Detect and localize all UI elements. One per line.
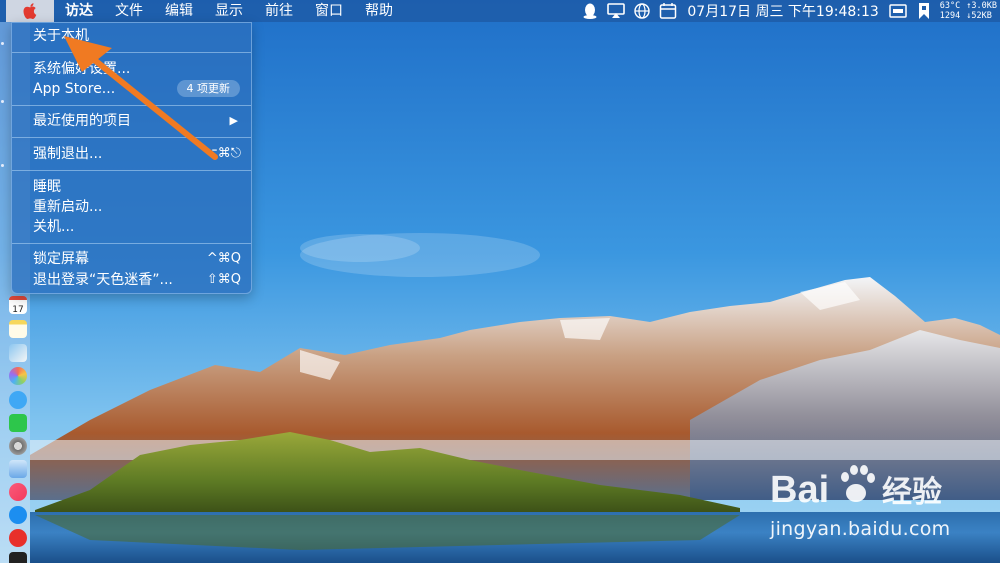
music-app-icon[interactable] [9,483,27,501]
notes-app-icon[interactable] [9,320,27,338]
paw-icon [841,465,875,502]
menu-item-system-preferences[interactable]: 系统偏好设置... [12,59,251,79]
menu-view[interactable]: 显示 [204,0,254,22]
menu-item-label: 退出登录“天色迷香”... [33,272,173,288]
calendar-day: 17 [12,305,24,315]
menu-item-log-out[interactable]: 退出登录“天色迷香”... ⇧⌘Q [12,270,251,290]
menu-separator [12,52,251,53]
menu-item-label: 最近使用的项目 [33,113,131,129]
menu-file[interactable]: 文件 [104,0,154,22]
menu-help[interactable]: 帮助 [354,0,404,22]
apple-menu-dropdown: 关于本机 系统偏好设置... App Store... 4 项更新 最近使用的项… [11,22,252,294]
menu-item-label: 强制退出... [33,146,103,162]
calendar-icon[interactable] [657,0,679,22]
menu-item-app-store[interactable]: App Store... 4 项更新 [12,79,251,99]
terminal-app-icon[interactable] [9,552,27,563]
qq-icon[interactable] [579,0,601,22]
jingyan-logo-text: 经验 [882,475,942,510]
menu-item-label: 关机... [33,219,75,235]
menubar-clock[interactable]: 07月17日 周三 下午19:48:13 [681,1,884,21]
menu-item-label: 关于本机 [33,28,89,44]
menu-separator [12,137,251,138]
menu-item-shortcut: ^⌘Q [206,251,241,266]
vivaldi-app-icon[interactable] [9,529,27,547]
downloads-icon[interactable] [9,460,27,478]
menu-item-recent-items[interactable]: 最近使用的项目 ▶ [12,111,251,131]
menu-separator [12,105,251,106]
wechat-app-icon[interactable] [9,414,27,432]
submenu-arrow-icon: ▶ [229,114,238,127]
menu-item-shut-down[interactable]: 关机... [12,217,251,237]
baidu-logo: Bai 经验 [770,465,942,511]
menu-edit[interactable]: 编辑 [154,0,204,22]
menu-finder[interactable]: 访达 [54,0,104,22]
menu-item-about-this-mac[interactable]: 关于本机 [12,26,251,46]
apple-logo-icon [23,3,37,19]
menu-item-shortcut: ⌥⌘⎋ [202,146,241,161]
menu-item-label: 锁定屏幕 [33,251,89,267]
update-count-badge: 4 项更新 [176,80,240,97]
menu-item-label: App Store... [33,81,116,97]
menu-bar: 访达 文件 编辑 显示 前往 窗口 帮助 07月17日 周三 下午19:48:1… [0,0,1000,22]
airplay-icon[interactable] [605,0,627,22]
cpu-temp: 63°C [939,1,961,11]
menu-item-shortcut: ⇧⌘Q [206,272,241,287]
app-store-icon[interactable] [9,506,27,524]
menu-separator [12,170,251,171]
fan-speed: 1294 [939,11,961,21]
menu-item-restart[interactable]: 重新启动... [12,197,251,217]
baidu-logo-text: Bai [770,469,829,511]
status-area: 07月17日 周三 下午19:48:13 63°C 1294 ↑3.0KB ↓5… [577,0,1000,22]
preview-app-icon[interactable] [9,344,27,362]
photos-app-icon[interactable] [9,367,27,385]
menu-item-lock-screen[interactable]: 锁定屏幕 ^⌘Q [12,249,251,269]
cpu-temp-stats: 63°C 1294 [937,1,963,21]
system-preferences-icon[interactable] [9,437,27,455]
messages-app-icon[interactable] [9,391,27,409]
watermark-url: jingyan.baidu.com [770,518,951,540]
dock-running-indicator [1,42,4,45]
menu-item-force-quit[interactable]: 强制退出... ⌥⌘⎋ [12,144,251,164]
bookmark-icon[interactable] [913,0,935,22]
network-stats: ↑3.0KB ↓52KB [963,1,1000,21]
apple-menu-button[interactable] [6,0,54,22]
dock-running-indicator [1,100,4,103]
menu-item-sleep[interactable]: 睡眠 [12,177,251,197]
menu-item-label: 睡眠 [33,179,61,195]
dock-running-indicator [1,164,4,167]
screen-icon[interactable] [887,0,909,22]
menu-item-label: 重新启动... [33,199,103,215]
menu-separator [12,243,251,244]
calendar-app-icon[interactable]: 17 [9,296,27,315]
menu-window[interactable]: 窗口 [304,0,354,22]
menu-item-label: 系统偏好设置... [33,61,131,77]
upload-speed: ↑3.0KB [966,1,997,11]
baidu-jingyan-watermark: Bai 经验 jingyan.baidu.com [770,455,995,545]
menu-go[interactable]: 前往 [254,0,304,22]
download-speed: ↓52KB [966,11,992,21]
globe-icon[interactable] [631,0,653,22]
